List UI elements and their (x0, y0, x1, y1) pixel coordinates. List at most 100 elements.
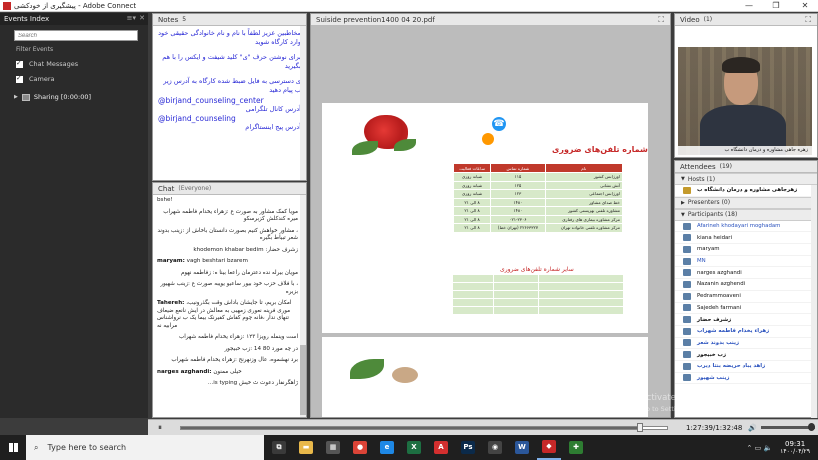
collapse-triangle-icon[interactable]: ▼ (681, 212, 685, 218)
participant-name: زینب بدوند شعر (697, 339, 740, 346)
table-cell: مرکز مشاوره تلفنی خانواده تهران (544, 223, 624, 233)
minimize-button[interactable]: — (738, 0, 760, 12)
chat-message-text: ، با فلاف حزب خود بیور ساعیو یویبه صورت … (160, 281, 298, 295)
collapse-triangle-icon[interactable]: ▼ (681, 176, 685, 182)
video-fullscreen-icon[interactable]: ⛶ (805, 15, 811, 25)
participant-row[interactable]: Sajedeh farmani (675, 303, 817, 315)
participant-row[interactable]: Pedrammoaveni (675, 291, 817, 303)
participant-name: kiana heidari (697, 234, 733, 241)
fullscreen-icon[interactable]: ⛶ (658, 15, 664, 25)
chat-messages-filter[interactable]: Chat Messages (16, 59, 148, 68)
volume-icon[interactable]: 🔊 (748, 424, 757, 432)
chat-message-text: در چه مورد 80 14 :زب خبیجور (224, 345, 298, 352)
expand-triangle-icon[interactable]: ▶ (14, 94, 18, 100)
table-cell: ۱۴۸۰ (490, 197, 546, 207)
table-cell: مشاوره تلفنی بهزیستی کشور (544, 206, 624, 216)
file-explorer-icon: ▬ (299, 441, 313, 454)
participants-group[interactable]: ▼ Participants (18) (675, 208, 817, 221)
pause-button[interactable]: ⏸ (158, 423, 170, 433)
table-row: خط صدای مشاور ۱۴۸۰ ۸ الی ۲۱ (452, 197, 624, 207)
events-index-title: Events Index (4, 15, 50, 23)
taskbar-word-button[interactable]: W (510, 435, 534, 460)
events-menu-icon[interactable]: ≡▾ (127, 14, 136, 22)
notes-scrollbar[interactable] (300, 26, 306, 180)
events-search-input[interactable] (14, 30, 138, 41)
table-cell: خط صدای مشاور (544, 197, 624, 207)
close-window-button[interactable]: ✕ (794, 0, 816, 12)
participant-row[interactable]: Nazanin azghendi (675, 279, 817, 291)
playback-progress (181, 426, 640, 429)
chat-message: مویا کمک مشاور به صورت ع :زهراء یخدام فا… (157, 209, 298, 224)
participant-row[interactable]: MN (675, 256, 817, 268)
excel-icon: X (407, 441, 421, 454)
playback-timeline[interactable] (180, 422, 668, 432)
taskbar-internet-explorer-button[interactable]: e (375, 435, 399, 460)
events-close-icon[interactable]: ✕ (139, 14, 145, 22)
taskbar-app-tiles-button[interactable]: ▦ (321, 435, 345, 460)
attendees-scrollbar[interactable] (811, 185, 817, 418)
participant-row[interactable]: زینب بدوند شعر (675, 338, 817, 350)
camera-checkbox[interactable] (16, 74, 23, 83)
table-row: مرکز مشاوره بیماری های رفتاری ۰۲۱-۲۳۰۶ ۸ ا… (452, 214, 624, 224)
taskbar-media-button[interactable]: ◉ (483, 435, 507, 460)
filter-events-label[interactable]: Filter Events (16, 46, 148, 53)
collapse-triangle-icon[interactable]: ▶ (681, 200, 685, 206)
participant-row[interactable]: maryam (675, 244, 817, 256)
volume-slider[interactable] (761, 423, 816, 431)
volume-knob[interactable] (808, 423, 816, 431)
participant-row[interactable]: kiana heidari (675, 232, 817, 245)
table-cell: شبانه روزی (452, 180, 492, 190)
participant-row[interactable]: زینب شهیور (675, 373, 817, 385)
taskbar-photoshop-button[interactable]: Ps (456, 435, 480, 460)
other-numbers-title: سایر شماره تلفن‌های ضروری (500, 266, 574, 273)
chat-scrollbar[interactable] (300, 195, 306, 417)
table-cell: ۲۲۶۶۳۳۲۷ (تهران خط) (490, 223, 546, 233)
chat-messages-checkbox[interactable] (16, 59, 23, 68)
note-paragraph: ی دسترسی به فایل ضبط شده کارگاه به آدرس … (163, 77, 301, 94)
sharing-event-item[interactable]: ▶ Sharing [0:00:00] (14, 93, 148, 101)
taskbar-acrobat-button[interactable]: A (429, 435, 453, 460)
participant-name: Sajedeh farmani (697, 304, 742, 311)
participant-row[interactable]: Afarineh khodayari moghadam (675, 221, 817, 233)
host-icon (683, 186, 691, 194)
chat-message: maryam: vagh beshtari bzarem (157, 258, 298, 266)
playback-scrubber[interactable] (636, 422, 643, 432)
presenters-group[interactable]: ▶ Presenters (0) (675, 196, 817, 209)
document-viewer[interactable]: ☎ شماره تلفن‌های ضروری نام شماره تماس ساعا… (311, 26, 670, 417)
participant-row[interactable]: زاهد یباد حریضه بنتا دیرب (675, 361, 817, 373)
participant-name: زهراء یخدام فاطمه شهراب (697, 328, 770, 335)
participant-row[interactable]: زشرف حضار (675, 314, 817, 326)
chat-message: زشرف حضار: khodemon khabar bedim (157, 247, 298, 255)
participant-row[interactable]: زهراء یخدام فاطمه شهراب (675, 326, 817, 338)
participant-name: narges azghandi (697, 269, 742, 276)
taskbar-file-explorer-button[interactable]: ▬ (294, 435, 318, 460)
taskbar-green-app-button[interactable]: ✚ (564, 435, 588, 460)
hosts-group[interactable]: ▼ Hosts (1) (675, 173, 817, 185)
taskbar-task-view-button[interactable]: ⧉ (267, 435, 291, 460)
taskbar-excel-button[interactable]: X (402, 435, 426, 460)
participant-row[interactable]: زب خبیجور (675, 349, 817, 361)
participant-icon (683, 316, 691, 324)
start-button[interactable] (0, 435, 26, 460)
window-title: پیشگیری از خودکشی - Adobe Connect (14, 1, 137, 10)
chat-scroll-thumb[interactable] (300, 345, 306, 415)
instagram-handle: @birjand_counseling (158, 114, 236, 123)
chat-message: bshe! (157, 197, 298, 205)
notes-header: Notes 5 (153, 14, 306, 26)
taskbar-chrome-button[interactable]: ● (348, 435, 372, 460)
camera-filter[interactable]: Camera (16, 74, 148, 83)
flower-image (392, 367, 418, 383)
participant-row[interactable]: narges azghandi (675, 267, 817, 280)
chat-message: Tahereh: ،امکان بریم، تا جایشان باداش وق… (157, 300, 298, 330)
host-row[interactable]: زهرجاهی مشاوره و درمان دانشگاه ب (675, 185, 817, 197)
taskbar-clock[interactable]: 09:31 ۱۴۰۰/۰۴/۲۹ (780, 440, 810, 456)
task-view-icon: ⧉ (272, 441, 286, 454)
tray-icons[interactable]: ⌃ ▭ 🔈 (747, 444, 773, 452)
taskbar-search-box[interactable]: ⌕ Type here to search (26, 435, 264, 460)
table-header-cell: نام (544, 163, 624, 173)
participants-label: Participants (18) (687, 211, 738, 219)
taskbar-adobe-connect-button[interactable]: ◆ (537, 435, 561, 460)
slide-title: شماره تلفن‌های ضروری (552, 145, 648, 154)
maximize-button[interactable]: ❐ (765, 0, 787, 12)
table-header-cell: ساعات فعالیت (452, 163, 492, 173)
